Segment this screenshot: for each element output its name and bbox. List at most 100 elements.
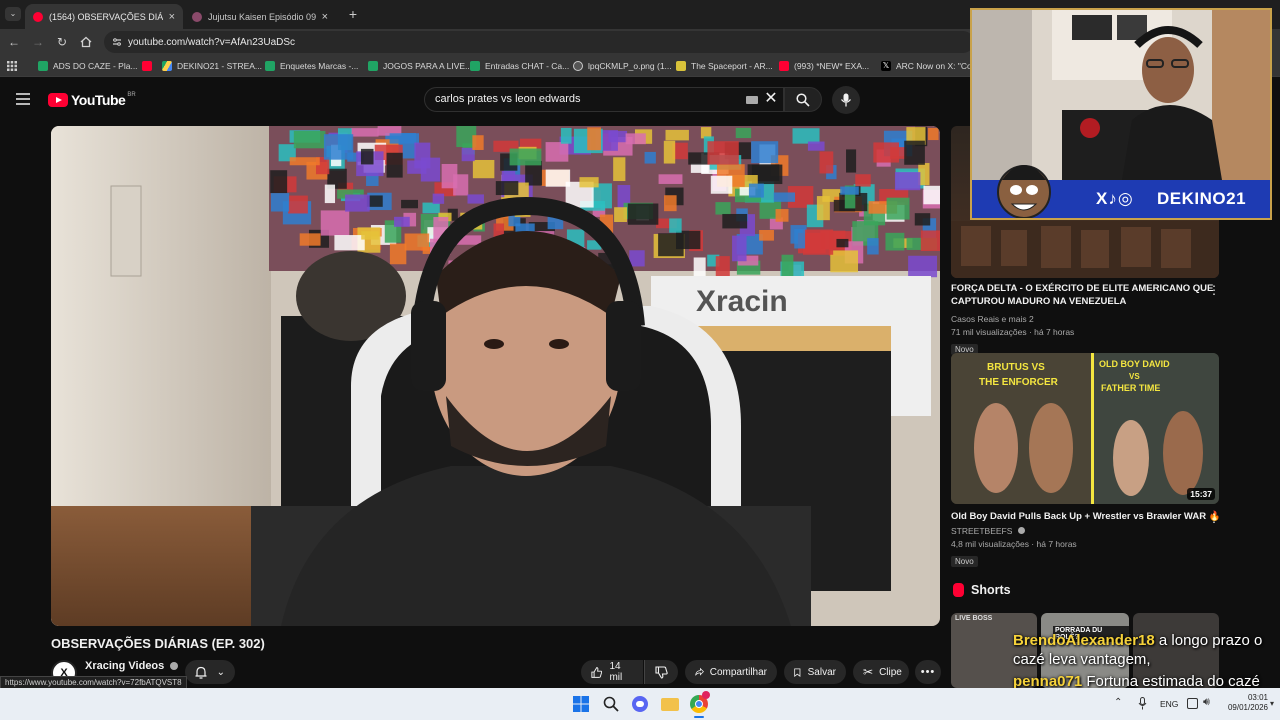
- bookmark-label: ADS DO CAZE - Pla...: [53, 61, 138, 71]
- microphone-tray-icon[interactable]: [1138, 697, 1147, 710]
- recommendation-thumbnail[interactable]: BRUTUS VS THE ENFORCER OLD BOY DAVID VS …: [951, 353, 1219, 504]
- thumbnail-text: BRUTUS VS: [987, 362, 1045, 373]
- url-text: youtube.com/watch?v=AfAn23UaDSc: [128, 36, 296, 48]
- apps-button[interactable]: [7, 59, 17, 73]
- thumbnail-image: BRUTUS VS THE ENFORCER OLD BOY DAVID VS …: [951, 353, 1219, 504]
- search-input[interactable]: carlos prates vs leon edwards: [424, 87, 784, 112]
- tab-observacoes[interactable]: (1564) OBSERVAÇÕES DIÁRIAS ×: [25, 4, 183, 29]
- recommendation-meta: 4,8 mil visualizações · há 7 horas: [951, 539, 1077, 549]
- close-icon[interactable]: ×: [322, 11, 328, 23]
- more-options-button[interactable]: ⋮: [1208, 511, 1220, 525]
- notification-center-button[interactable]: ▾: [1270, 699, 1274, 708]
- bookmark-label: DEKINO21 - STREA...: [177, 61, 263, 71]
- share-button[interactable]: Compartilhar: [685, 660, 777, 684]
- sheets-icon: [470, 61, 480, 71]
- recommendation-channel[interactable]: STREETBEEFS: [951, 525, 1221, 538]
- network-icon[interactable]: [1187, 698, 1198, 709]
- clip-button[interactable]: ✂ Clipe: [853, 660, 909, 684]
- bookmark-label: The Spaceport - AR...: [691, 61, 773, 71]
- drive-icon: [162, 61, 172, 71]
- recommendation-item-1[interactable]: FORÇA DELTA - O EXÉRCITO DE ELITE AMERIC…: [951, 282, 1221, 357]
- social-icons: X♪◎: [1096, 189, 1134, 209]
- language-indicator[interactable]: ENG: [1160, 699, 1178, 709]
- youtube-favicon-icon: [33, 11, 43, 22]
- home-button[interactable]: [78, 34, 94, 50]
- tab-jujutsu[interactable]: Jujutsu Kaisen Episódio 09 - An ×: [184, 4, 336, 29]
- video-player[interactable]: Xracin: [51, 126, 940, 626]
- voice-search-button[interactable]: [832, 86, 860, 114]
- bookmark-jogos[interactable]: JOGOS PARA A LIVE...: [368, 59, 472, 73]
- hamburger-menu-icon: [16, 93, 30, 105]
- save-button[interactable]: Salvar: [784, 660, 846, 684]
- bell-icon: [195, 666, 207, 679]
- recommendation-title: FORÇA DELTA - O EXÉRCITO DE ELITE AMERIC…: [951, 283, 1214, 307]
- back-button[interactable]: ←: [6, 34, 22, 50]
- plus-icon: +: [348, 6, 358, 22]
- bookmark-enquetes[interactable]: Enquetes Marcas -...: [265, 59, 358, 73]
- new-tab-button[interactable]: +: [346, 6, 360, 22]
- forward-button[interactable]: →: [30, 34, 46, 50]
- site-info-icon[interactable]: [112, 37, 122, 47]
- webcam-image: [972, 10, 1270, 218]
- webcam-overlay: X♪◎ DEKINO21: [970, 8, 1272, 220]
- chrome-app-button[interactable]: [690, 691, 710, 713]
- tab-title: Jujutsu Kaisen Episódio 09 - An: [208, 11, 316, 22]
- youtube-icon: [142, 61, 152, 71]
- close-icon[interactable]: ×: [169, 11, 175, 23]
- tab-search-button[interactable]: ⌄: [5, 7, 21, 21]
- thumbs-up-icon: [591, 666, 603, 678]
- video-title: OBSERVAÇÕES DIÁRIAS (EP. 302): [51, 636, 265, 651]
- channel-name[interactable]: Xracing Videos: [85, 660, 179, 672]
- tab-title: (1564) OBSERVAÇÕES DIÁRIAS: [49, 11, 163, 22]
- show-hidden-icons-button[interactable]: ⌃: [1114, 697, 1122, 708]
- clock-time: 03:01: [1247, 693, 1268, 702]
- start-button[interactable]: [573, 696, 589, 712]
- recommendation-item-2[interactable]: Old Boy David Pulls Back Up + Wrestler v…: [951, 510, 1221, 569]
- notifications-button[interactable]: ⌄: [185, 660, 235, 684]
- share-icon: [695, 667, 704, 676]
- bookmark-youtube[interactable]: [142, 59, 157, 73]
- home-icon: [80, 36, 92, 48]
- sheets-icon: [368, 61, 378, 71]
- thumbnail-text: VS: [1129, 372, 1140, 381]
- arrow-left-icon: ←: [8, 35, 20, 49]
- like-button[interactable]: 14 mil: [581, 660, 643, 684]
- bookmark-arc-now[interactable]: 𝕏 ARC Now on X: "Co...: [881, 59, 979, 73]
- discord-app-button[interactable]: [632, 696, 648, 712]
- recommendation-channel[interactable]: Casos Reais e mais 2: [951, 313, 1221, 326]
- bookmark-new-exa[interactable]: (993) *NEW* EXA...: [779, 59, 869, 73]
- bookmark-label: Enquetes Marcas -...: [280, 61, 359, 71]
- chat-message: BrendoAlexander18 a longo prazo o: [1013, 632, 1262, 649]
- bookmark-image-png[interactable]: lpqCKMLP_o.png (1...: [573, 59, 672, 73]
- clear-search-button[interactable]: ✕: [763, 90, 779, 108]
- arrow-right-icon: →: [32, 35, 44, 49]
- bookmark-entradas-chat[interactable]: Entradas CHAT - Ca...: [470, 59, 569, 73]
- short-thumbnail-text: LIVE BOSS: [955, 615, 993, 622]
- menu-button[interactable]: [16, 92, 32, 106]
- bookmark-spaceport[interactable]: The Spaceport - AR...: [676, 59, 773, 73]
- volume-icon[interactable]: 🔊︎: [1203, 696, 1210, 709]
- bookmark-ads-do-caze[interactable]: ADS DO CAZE - Pla...: [38, 59, 138, 73]
- apps-grid-icon: [7, 61, 17, 71]
- keyboard-icon[interactable]: [746, 96, 758, 104]
- reload-button[interactable]: ↻: [54, 34, 70, 50]
- file-explorer-button[interactable]: [661, 696, 679, 711]
- youtube-logo[interactable]: YouTube BR: [48, 91, 136, 109]
- more-options-button[interactable]: ⋮: [1208, 283, 1220, 297]
- bookmark-label: lpqCKMLP_o.png (1...: [588, 61, 672, 71]
- more-actions-button[interactable]: •••: [915, 660, 941, 684]
- clock[interactable]: 03:01 09/01/2026: [1222, 693, 1268, 713]
- search-button[interactable]: [784, 87, 822, 112]
- spaceport-icon: [676, 61, 686, 71]
- shorts-header: Shorts: [953, 583, 1011, 597]
- thumbnail-text: FATHER TIME: [1101, 383, 1160, 393]
- address-bar[interactable]: youtube.com/watch?v=AfAn23UaDSc: [104, 31, 974, 53]
- share-label: Compartilhar: [709, 666, 767, 678]
- clip-label: Clipe: [879, 666, 902, 678]
- bookmark-dekino21-stream[interactable]: DEKINO21 - STREA...: [162, 59, 262, 73]
- taskbar-search-button[interactable]: [603, 696, 619, 712]
- bookmark-label: JOGOS PARA A LIVE...: [383, 61, 473, 71]
- x-logo-icon: 𝕏: [881, 61, 891, 71]
- reload-icon: ↻: [56, 35, 68, 49]
- dislike-button[interactable]: [644, 660, 678, 684]
